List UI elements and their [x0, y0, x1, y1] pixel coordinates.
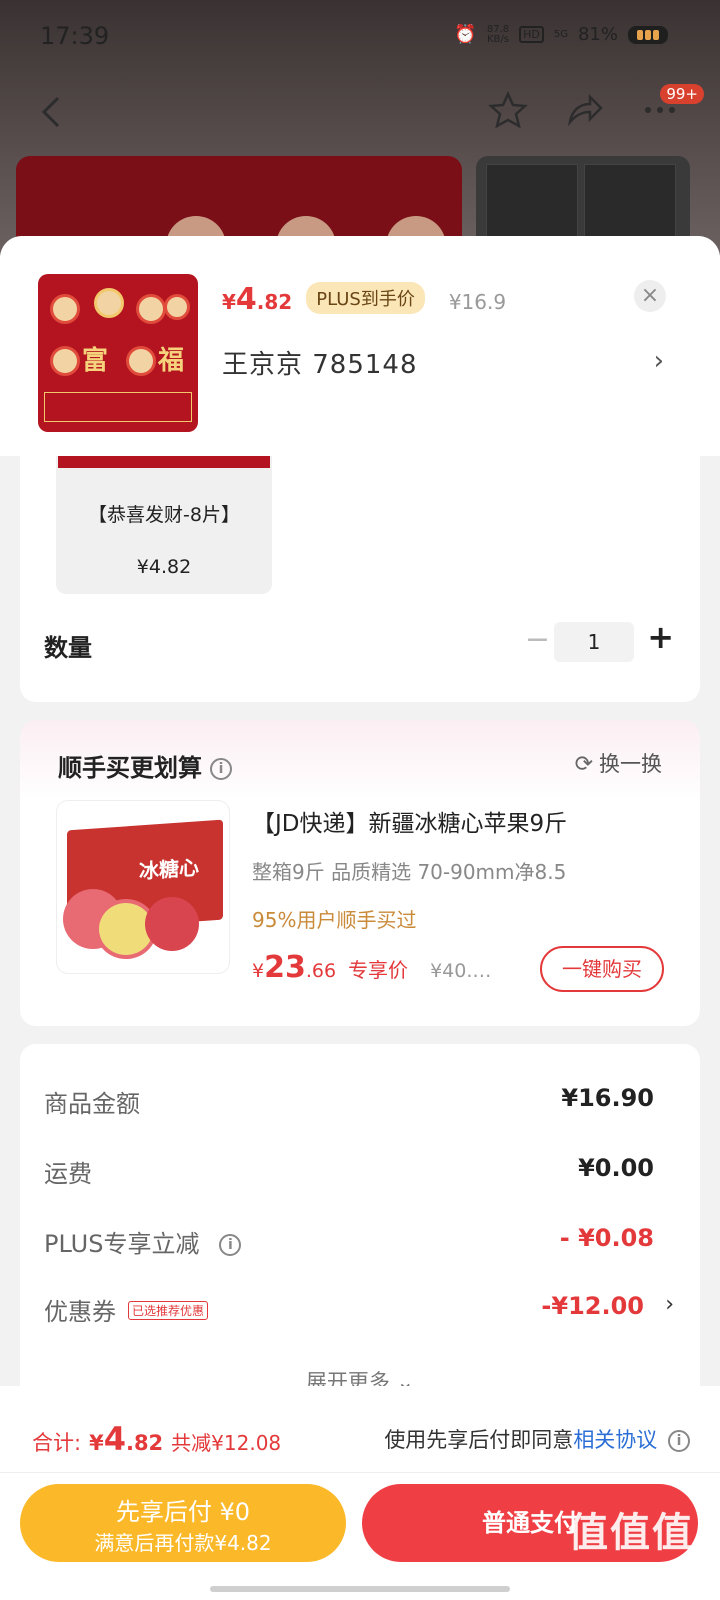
divider	[0, 1472, 720, 1473]
product-thumbnail: 富 福	[38, 274, 198, 432]
net-speed: 87.8 KB/s	[486, 23, 510, 45]
agreement-text: 使用先享后付即同意相关协议 i	[384, 1424, 690, 1454]
refresh-icon: ⟳	[574, 752, 593, 777]
watermark-logo: 值值值	[568, 1510, 694, 1556]
status-bar: 17:39 ⏰ 87.8 KB/s HD 5G 81%	[0, 0, 720, 74]
summary-row-coupon[interactable]: 优惠券 已选推荐优惠 -¥12.00 ›	[44, 1292, 674, 1332]
bundle-product-image[interactable]: 冰糖心	[56, 800, 230, 974]
share-icon[interactable]	[564, 90, 604, 130]
battery-icon	[628, 25, 668, 44]
home-indicator[interactable]	[210, 1586, 510, 1592]
sheet-header: 富 福 ¥4.82 PLUS到手价 ¥16.9 × 王京京 785148 ›	[0, 236, 720, 456]
close-button[interactable]: ×	[634, 280, 666, 312]
quantity-decrease-button[interactable]: −	[525, 622, 550, 657]
info-icon[interactable]: i	[668, 1430, 690, 1452]
pay-later-button[interactable]: 先享后付 ¥0 满意后再付款¥4.82	[20, 1484, 346, 1562]
watermark-url: zhizhizhi.com	[595, 1566, 690, 1582]
quantity-input[interactable]: 1	[554, 622, 634, 662]
bundle-price-tag: 专享价	[348, 958, 409, 982]
sheet-price: ¥4.82 PLUS到手价 ¥16.9	[222, 282, 506, 318]
summary-row-plus-discount: PLUS专享立减 i - ¥0.08	[44, 1224, 654, 1258]
bundle-special-price: ¥23.66	[252, 950, 337, 985]
status-icons: ⏰ 87.8 KB/s HD 5G 81%	[454, 24, 668, 45]
delivery-address[interactable]: 王京京 785148	[222, 344, 418, 381]
signal-icon: 5G	[553, 28, 568, 40]
spec-option-selected[interactable]: 【恭喜发财-8片】 ¥4.82	[56, 456, 272, 594]
bundle-recommendation-card: 顺手买更划算 i ⟳ 换一换 冰糖心 【JD快递】新疆冰糖心苹果9斤 整箱9斤 品质…	[20, 720, 700, 1026]
quantity-increase-button[interactable]: +	[647, 618, 674, 656]
spec-card: 【恭喜发财-8片】 ¥4.82 数量 − 1 +	[20, 456, 700, 702]
bundle-title: 顺手买更划算 i	[58, 748, 232, 783]
bundle-product-name[interactable]: 【JD快递】新疆冰糖心苹果9斤	[252, 804, 567, 838]
bundle-product-subtitle: 整箱9斤 品质精选 70-90mm净8.5	[252, 860, 567, 884]
battery-percent: 81%	[577, 24, 618, 45]
quantity-label: 数量	[44, 634, 92, 662]
hd-icon: HD	[519, 26, 544, 43]
status-time: 17:39	[40, 22, 110, 50]
total-saved: 共减¥12.08	[171, 1431, 282, 1455]
summary-row-shipping: 运费 ¥0.00	[44, 1154, 654, 1188]
message-badge: 99+	[660, 84, 704, 104]
chevron-right-icon[interactable]: ›	[665, 1292, 674, 1317]
summary-row-goods: 商品金额 ¥16.90	[44, 1084, 654, 1118]
info-icon[interactable]: i	[219, 1234, 242, 1256]
plus-price-tag: PLUS到手价	[306, 282, 425, 314]
bundle-original-price: ¥40.…	[430, 960, 492, 982]
background-page: 17:39 ⏰ 87.8 KB/s HD 5G 81% 99+	[0, 0, 720, 266]
info-icon[interactable]: i	[210, 758, 232, 780]
star-icon[interactable]	[488, 90, 528, 130]
nav-actions	[488, 90, 680, 130]
chevron-right-icon[interactable]: ›	[654, 346, 664, 376]
back-arrow-icon[interactable]	[36, 92, 70, 132]
alarm-icon: ⏰	[454, 24, 477, 45]
agreement-link[interactable]: 相关协议	[573, 1428, 657, 1452]
plus-price: ¥4.82	[222, 282, 293, 317]
swap-button[interactable]: ⟳ 换一换	[575, 748, 662, 778]
coupon-recommended-badge: 已选推荐优惠	[128, 1300, 209, 1320]
bundle-price: ¥23.66 专享价 ¥40.…	[252, 950, 491, 985]
one-click-buy-button[interactable]: 一键购买	[540, 946, 664, 992]
price-summary-card: 商品金额 ¥16.90 运费 ¥0.00 PLUS专享立减 i - ¥0.08 优…	[20, 1044, 700, 1424]
spec-option-price: ¥4.82	[136, 556, 192, 578]
bundle-bought-hint: 95%用户顺手买过	[252, 908, 417, 932]
original-price: ¥16.9	[448, 290, 507, 314]
checkout-bar: 合计: ¥4.82 共减¥12.08 使用先享后付即同意相关协议 i 先享后付 …	[0, 1386, 720, 1600]
total-amount: 合计: ¥4.82 共减¥12.08	[32, 1420, 282, 1458]
spec-option-label: 【恭喜发财-8片】	[88, 504, 240, 526]
